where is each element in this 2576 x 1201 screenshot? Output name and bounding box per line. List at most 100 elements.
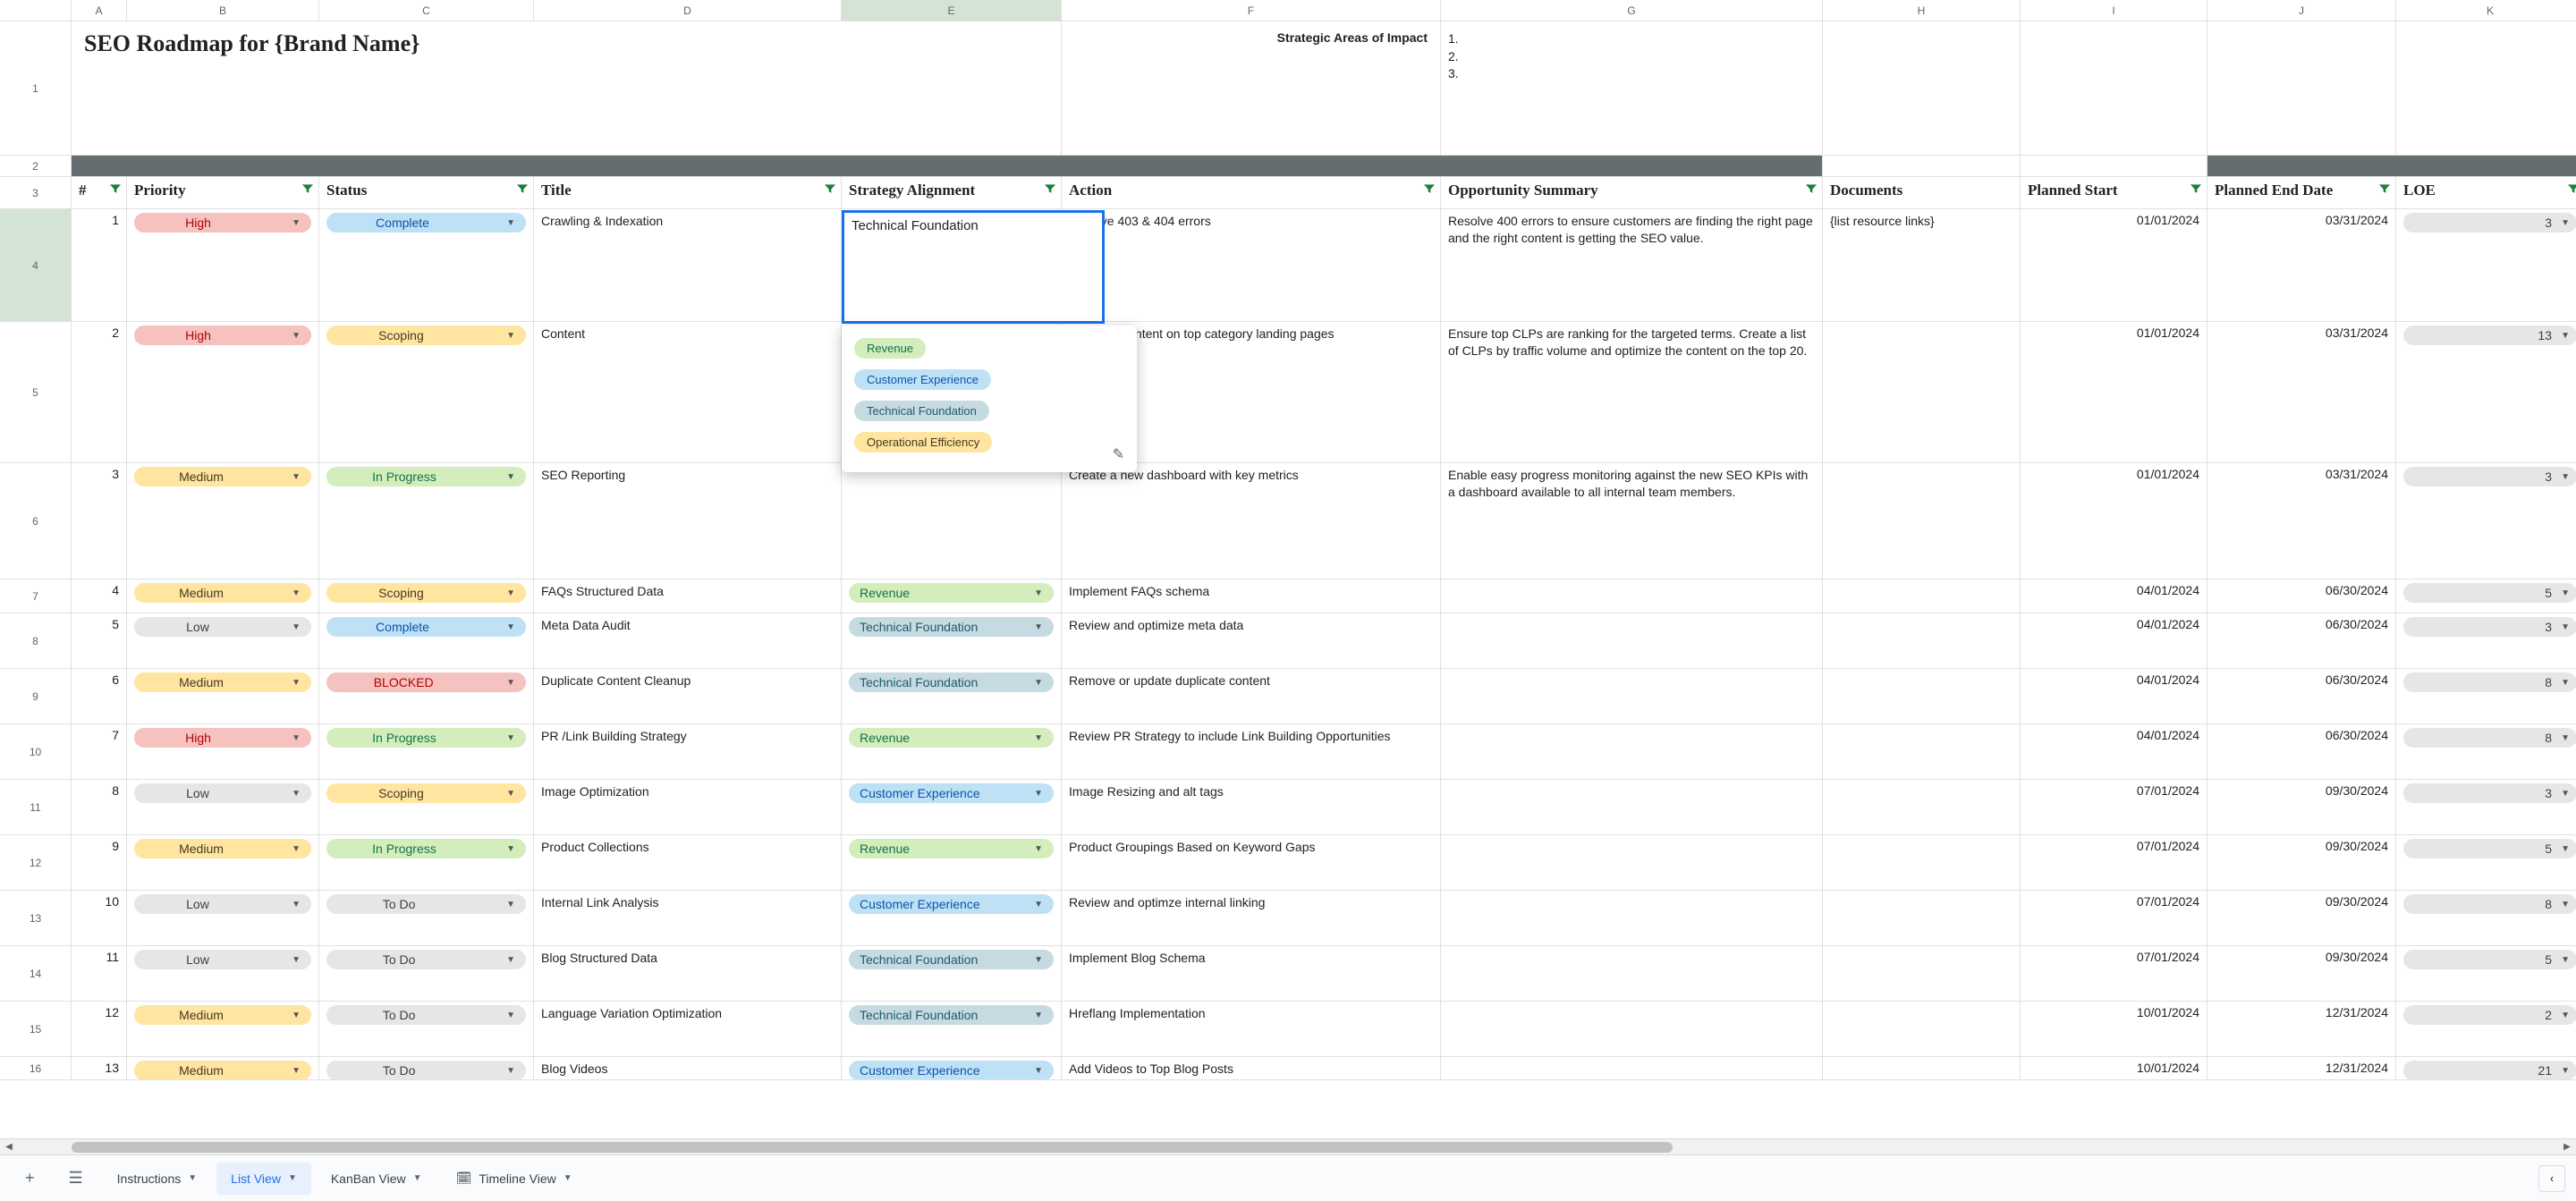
filter-icon[interactable] [1422, 182, 1436, 200]
separator-left[interactable] [72, 156, 1823, 176]
cell-priority[interactable]: Low▼ [127, 613, 319, 668]
tab-instructions[interactable]: Instructions▼ [103, 1163, 212, 1195]
cell-strategy[interactable]: Revenue▼ [842, 579, 1062, 613]
cell-title[interactable]: Duplicate Content Cleanup [534, 669, 842, 723]
cell-opportunity[interactable] [1441, 669, 1823, 723]
col-head-I[interactable]: I [2021, 0, 2207, 21]
cell-action[interactable]: Implement Blog Schema [1062, 946, 1441, 1001]
row-head-8[interactable]: 8 [0, 613, 72, 668]
scroll-thumb[interactable] [72, 1142, 1673, 1153]
cell-status[interactable]: In Progress▼ [319, 724, 534, 779]
cell-strategy[interactable]: Technical Foundation▼ [842, 1002, 1062, 1056]
priority-chip[interactable]: Medium▼ [134, 672, 311, 692]
cell-priority[interactable]: Medium▼ [127, 835, 319, 890]
cell-num[interactable]: 2 [72, 322, 127, 462]
filter-icon[interactable] [108, 182, 123, 200]
cell-priority[interactable]: Medium▼ [127, 579, 319, 613]
horizontal-scrollbar[interactable]: ◀ ▶ [0, 1138, 2576, 1154]
cell-K1[interactable] [2396, 21, 2576, 155]
cell-priority[interactable]: High▼ [127, 209, 319, 321]
row-head-10[interactable]: 10 [0, 724, 72, 779]
cell-opportunity[interactable] [1441, 1057, 1823, 1079]
cell-planned-start[interactable]: 10/01/2024 [2021, 1002, 2207, 1056]
cell-loe[interactable]: 5▼ [2396, 835, 2576, 890]
cell-loe[interactable]: 3▼ [2396, 780, 2576, 834]
priority-chip[interactable]: Low▼ [134, 894, 311, 914]
scroll-left-icon[interactable]: ◀ [0, 1142, 18, 1152]
cell-num[interactable]: 6 [72, 669, 127, 723]
cell-status[interactable]: Scoping▼ [319, 322, 534, 462]
cell-opportunity[interactable] [1441, 613, 1823, 668]
status-chip[interactable]: To Do▼ [326, 1061, 526, 1079]
status-chip[interactable]: Scoping▼ [326, 583, 526, 603]
cell-strategy[interactable]: Revenue▼ [842, 835, 1062, 890]
cell-status[interactable]: To Do▼ [319, 1002, 534, 1056]
cell-status[interactable]: To Do▼ [319, 891, 534, 945]
dropdown-option[interactable]: Technical Foundation [854, 401, 989, 421]
col-head-F[interactable]: F [1062, 0, 1441, 21]
cell-opportunity[interactable]: Enable easy progress monitoring against … [1441, 463, 1823, 579]
priority-chip[interactable]: High▼ [134, 326, 311, 345]
loe-chip[interactable]: 21▼ [2403, 1061, 2576, 1079]
priority-chip[interactable]: Medium▼ [134, 467, 311, 486]
tab-kanban-view[interactable]: KanBan View▼ [317, 1163, 436, 1195]
row-head-14[interactable]: 14 [0, 946, 72, 1001]
cell-planned-start[interactable]: 04/01/2024 [2021, 669, 2207, 723]
cell-priority[interactable]: Low▼ [127, 891, 319, 945]
dropdown-option[interactable]: Customer Experience [854, 369, 991, 390]
strategy-chip[interactable]: Customer Experience▼ [849, 894, 1054, 914]
filter-icon[interactable] [301, 182, 315, 200]
filter-icon[interactable] [2377, 182, 2392, 200]
col-head-D[interactable]: D [534, 0, 842, 21]
col-head-E[interactable]: E [842, 0, 1062, 21]
priority-chip[interactable]: Medium▼ [134, 1061, 311, 1079]
chevron-down-icon[interactable]: ▼ [413, 1173, 422, 1183]
cell-opportunity[interactable] [1441, 579, 1823, 613]
cell-loe[interactable]: 8▼ [2396, 891, 2576, 945]
add-sheet-button[interactable]: + [11, 1160, 49, 1197]
row-head-5[interactable]: 5 [0, 322, 72, 462]
cell-opportunity[interactable]: Ensure top CLPs are ranking for the targ… [1441, 322, 1823, 462]
cell-action[interactable]: Hreflang Implementation [1062, 1002, 1441, 1056]
cell-planned-end[interactable]: 09/30/2024 [2207, 891, 2396, 945]
cell-planned-start[interactable]: 04/01/2024 [2021, 579, 2207, 613]
col-head-K[interactable]: K [2396, 0, 2576, 21]
cell-documents[interactable] [1823, 1002, 2021, 1056]
cell-loe[interactable]: 8▼ [2396, 669, 2576, 723]
hdr-opportunity[interactable]: Opportunity Summary [1441, 177, 1823, 208]
grid-body[interactable]: 1 SEO Roadmap for {Brand Name} Strategic… [0, 21, 2576, 1138]
cell-loe[interactable]: 3▼ [2396, 613, 2576, 668]
status-chip[interactable]: Scoping▼ [326, 326, 526, 345]
cell-priority[interactable]: Low▼ [127, 946, 319, 1001]
loe-chip[interactable]: 2▼ [2403, 1005, 2576, 1025]
filter-icon[interactable] [2189, 182, 2203, 200]
cell-planned-end[interactable]: 09/30/2024 [2207, 946, 2396, 1001]
cell-opportunity[interactable] [1441, 724, 1823, 779]
cell-planned-end[interactable]: 03/31/2024 [2207, 209, 2396, 321]
hdr-documents[interactable]: Documents [1823, 177, 2021, 208]
cell-action[interactable]: Create a new dashboard with key metrics [1062, 463, 1441, 579]
cell-planned-start[interactable]: 07/01/2024 [2021, 891, 2207, 945]
cell-strategy[interactable]: Revenue▼ [842, 724, 1062, 779]
row-head-15[interactable]: 15 [0, 1002, 72, 1056]
cell-documents[interactable] [1823, 463, 2021, 579]
chevron-down-icon[interactable]: ▼ [564, 1173, 572, 1183]
cell-title[interactable]: Image Optimization [534, 780, 842, 834]
cell-documents[interactable]: {list resource links} [1823, 209, 2021, 321]
strategy-chip[interactable]: Revenue▼ [849, 583, 1054, 603]
cell-strategy[interactable]: Technical Foundation▼ [842, 946, 1062, 1001]
loe-chip[interactable]: 3▼ [2403, 617, 2576, 637]
strategy-chip[interactable]: Technical Foundation▼ [849, 672, 1054, 692]
strategy-chip[interactable]: Revenue▼ [849, 728, 1054, 748]
loe-chip[interactable]: 5▼ [2403, 583, 2576, 603]
priority-chip[interactable]: Low▼ [134, 783, 311, 803]
cell-opportunity[interactable] [1441, 835, 1823, 890]
cell-num[interactable]: 1 [72, 209, 127, 321]
tab-list-view[interactable]: List View▼ [216, 1163, 311, 1195]
cell-priority[interactable]: High▼ [127, 322, 319, 462]
tab-timeline-view[interactable]: 🗓Timeline View▼ [442, 1162, 587, 1195]
row-head-12[interactable]: 12 [0, 835, 72, 890]
row-head-2[interactable]: 2 [0, 156, 72, 176]
loe-chip[interactable]: 13▼ [2403, 326, 2576, 345]
pencil-icon[interactable]: ✎ [1113, 445, 1124, 463]
